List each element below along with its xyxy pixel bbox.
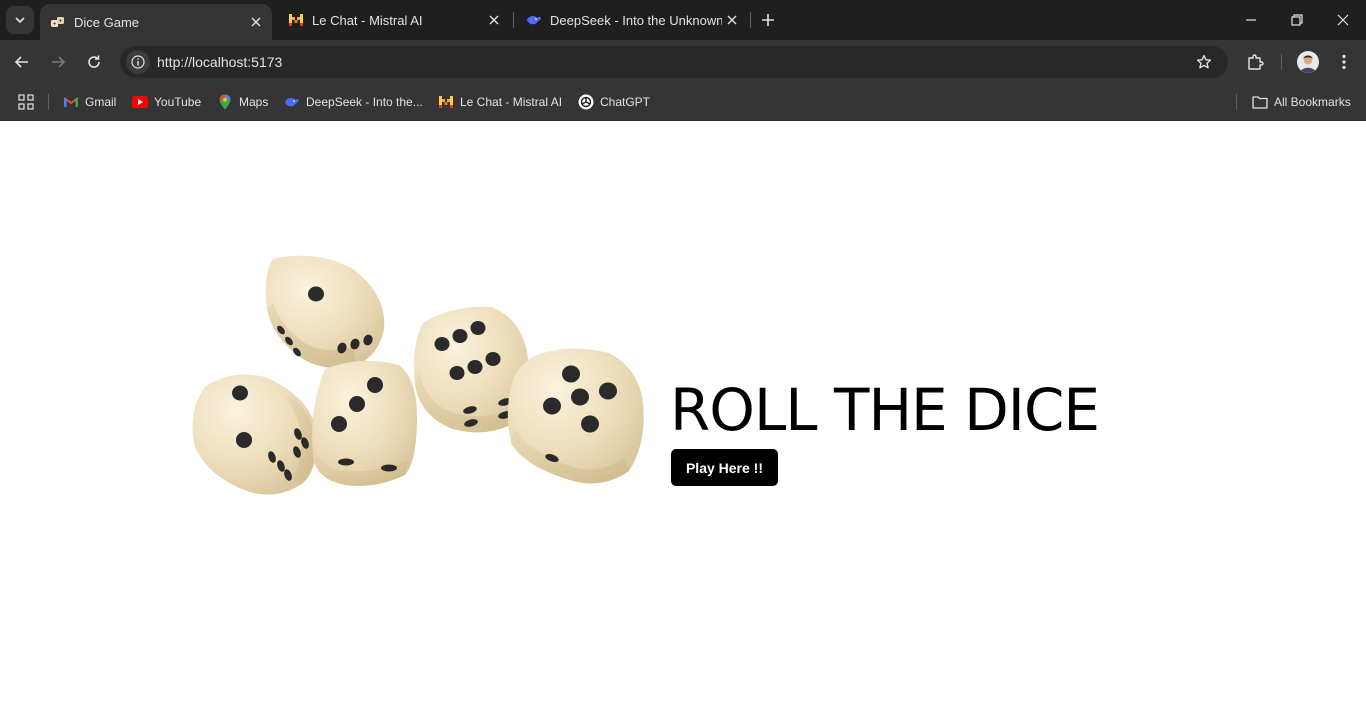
tab-deepseek[interactable]: DeepSeek - Into the Unknown: [516, 0, 748, 40]
close-icon[interactable]: [484, 10, 504, 30]
restore-icon: [1291, 14, 1303, 26]
reload-icon: [88, 55, 100, 68]
arrow-right-icon: [52, 56, 66, 68]
browser-toolbar: http://localhost:5173: [0, 40, 1366, 84]
bookmarks-divider: [1236, 94, 1237, 110]
puzzle-icon: [1248, 54, 1264, 70]
url-text[interactable]: http://localhost:5173: [157, 54, 282, 70]
bookmark-maps[interactable]: Maps: [217, 92, 268, 112]
bookmarks-bar: Gmail YouTube Maps DeepSeek - Into the..…: [0, 84, 1366, 121]
bookmark-chatgpt[interactable]: ChatGPT: [578, 92, 650, 112]
tab-title: DeepSeek - Into the Unknown: [550, 12, 722, 28]
chevron-down-icon: [15, 17, 25, 24]
deepseek-icon: [284, 94, 300, 110]
close-icon[interactable]: [246, 12, 266, 32]
mistral-favicon: [288, 12, 304, 28]
bookmark-star-icon[interactable]: [1194, 52, 1214, 72]
dice-favicon: [50, 14, 66, 30]
new-tab-button[interactable]: [756, 8, 780, 32]
bookmark-label: Gmail: [85, 95, 117, 109]
gmail-icon: [63, 94, 79, 110]
extensions-button[interactable]: [1241, 48, 1269, 76]
bookmark-label: Le Chat - Mistral AI: [460, 95, 563, 109]
bookmark-deepseek[interactable]: DeepSeek - Into the...: [284, 92, 423, 112]
arrow-left-icon: [14, 56, 28, 68]
apps-grid-icon: [18, 94, 34, 110]
bookmark-label: ChatGPT: [600, 95, 651, 109]
tab-strip: Dice Game Le Chat - Mistral AI DeepSeek …: [0, 0, 1366, 40]
bookmarks-divider: [48, 94, 49, 110]
tab-title: Dice Game: [74, 14, 140, 30]
maps-icon: [217, 94, 233, 110]
bookmark-le-chat[interactable]: Le Chat - Mistral AI: [438, 92, 562, 112]
close-icon: [1337, 14, 1349, 26]
minimize-button[interactable]: [1228, 0, 1274, 40]
profile-avatar[interactable]: [1297, 51, 1319, 73]
site-info-icon[interactable]: [126, 50, 150, 74]
more-vertical-icon: [1342, 54, 1346, 70]
tab-divider: [750, 12, 751, 28]
close-icon[interactable]: [722, 10, 742, 30]
folder-icon: [1252, 94, 1268, 110]
tab-title: Le Chat - Mistral AI: [312, 12, 423, 28]
all-bookmarks-button[interactable]: All Bookmarks: [1252, 92, 1351, 112]
back-button[interactable]: [8, 48, 36, 76]
play-here-button[interactable]: Play Here !!: [671, 449, 778, 486]
apps-button[interactable]: [18, 92, 34, 112]
reload-button[interactable]: [80, 48, 108, 76]
tab-search-button[interactable]: [6, 6, 34, 34]
minimize-icon: [1246, 19, 1256, 21]
page-title: ROLL THE DICE: [670, 376, 1100, 444]
bookmark-label: DeepSeek - Into the...: [306, 95, 423, 109]
die-3: [312, 360, 417, 486]
plus-icon: [762, 14, 774, 26]
bookmark-gmail[interactable]: Gmail: [63, 92, 116, 112]
die-2: [192, 374, 317, 495]
close-window-button[interactable]: [1320, 0, 1366, 40]
page-content: ROLL THE DICE Play Here !!: [0, 121, 1366, 728]
chatgpt-icon: [578, 94, 594, 110]
toolbar-divider: [1281, 54, 1282, 70]
address-bar[interactable]: http://localhost:5173: [120, 46, 1228, 78]
youtube-icon: [132, 94, 148, 110]
all-bookmarks-label: All Bookmarks: [1274, 95, 1351, 109]
tab-le-chat[interactable]: Le Chat - Mistral AI: [278, 0, 510, 40]
bookmark-youtube[interactable]: YouTube: [132, 92, 201, 112]
bookmark-label: Maps: [239, 95, 269, 109]
die-5: [507, 348, 644, 484]
dice-illustration: [192, 255, 644, 495]
tab-divider: [513, 12, 514, 28]
menu-button[interactable]: [1330, 48, 1358, 76]
forward-button[interactable]: [44, 48, 72, 76]
restore-button[interactable]: [1274, 0, 1320, 40]
bookmark-label: YouTube: [154, 95, 202, 109]
mistral-icon: [438, 94, 454, 110]
deepseek-favicon: [526, 12, 542, 28]
die-1: [265, 255, 385, 368]
tab-dice-game[interactable]: Dice Game: [40, 4, 272, 40]
